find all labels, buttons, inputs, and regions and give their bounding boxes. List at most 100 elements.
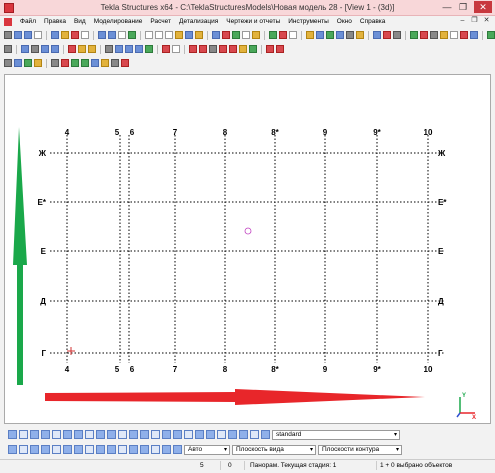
switch-button-icon[interactable] [41, 430, 50, 439]
toolbar-button-icon[interactable] [98, 31, 106, 39]
toolbar-button-icon[interactable] [4, 59, 12, 67]
switch-button-icon[interactable] [85, 445, 94, 454]
switch-button-icon[interactable] [228, 430, 237, 439]
toolbar-button-icon[interactable] [239, 45, 247, 53]
switch-button-icon[interactable] [261, 430, 270, 439]
toolbar-button-icon[interactable] [356, 31, 364, 39]
switch-button-icon[interactable] [184, 430, 193, 439]
switch-button-icon[interactable] [8, 445, 17, 454]
view-canvas[interactable]: 4 5 6 7 8 8* 9 9* 10 4 5 6 7 8 8* 9 9* 10 Ж Ж Е* Е* Е Е Д Д Г Г Y X [5, 75, 490, 423]
toolbar-button-icon[interactable] [383, 31, 391, 39]
switch-button-icon[interactable] [118, 445, 127, 454]
toolbar-button-icon[interactable] [105, 45, 113, 53]
toolbar-button-icon[interactable] [81, 59, 89, 67]
toolbar-button-icon[interactable] [118, 31, 126, 39]
switch-button-icon[interactable] [107, 430, 116, 439]
switch-button-icon[interactable] [52, 430, 61, 439]
toolbar-button-icon[interactable] [279, 31, 287, 39]
switch-button-icon[interactable] [41, 445, 50, 454]
switch-button-icon[interactable] [162, 430, 171, 439]
switch-button-icon[interactable] [118, 430, 127, 439]
switch-button-icon[interactable] [151, 445, 160, 454]
toolbar-button-icon[interactable] [346, 31, 354, 39]
menu-item-4[interactable]: Расчет [150, 18, 171, 25]
switch-button-icon[interactable] [19, 445, 28, 454]
toolbar-button-icon[interactable] [121, 59, 129, 67]
menu-item-9[interactable]: Справка [360, 18, 386, 25]
switch-button-icon[interactable] [107, 445, 116, 454]
switch-button-icon[interactable] [250, 430, 259, 439]
toolbar-button-icon[interactable] [88, 45, 96, 53]
toolbar-button-icon[interactable] [232, 31, 240, 39]
toolbar-button-icon[interactable] [175, 31, 183, 39]
menu-item-6[interactable]: Чертежи и отчеты [226, 18, 280, 25]
toolbar-button-icon[interactable] [393, 31, 401, 39]
toolbar-button-icon[interactable] [145, 31, 153, 39]
menu-item-3[interactable]: Моделирование [94, 18, 143, 25]
toolbar-button-icon[interactable] [145, 45, 153, 53]
switch-button-icon[interactable] [140, 430, 149, 439]
toolbar-button-icon[interactable] [306, 31, 314, 39]
toolbar-button-icon[interactable] [61, 31, 69, 39]
switch-button-icon[interactable] [63, 445, 72, 454]
toolbar-button-icon[interactable] [51, 31, 59, 39]
toolbar-button-icon[interactable] [470, 31, 478, 39]
toolbar-button-icon[interactable] [91, 59, 99, 67]
toolbar-button-icon[interactable] [4, 31, 12, 39]
toolbar-button-icon[interactable] [242, 31, 250, 39]
mdi-close-button[interactable]: ✕ [482, 16, 491, 26]
toolbar-button-icon[interactable] [189, 45, 197, 53]
toolbar-button-icon[interactable] [71, 31, 79, 39]
toolbar-button-icon[interactable] [135, 45, 143, 53]
menu-item-7[interactable]: Инструменты [288, 18, 329, 25]
toolbar-button-icon[interactable] [172, 45, 180, 53]
selection-filter-dropdown[interactable]: standard ▾ [272, 429, 400, 440]
toolbar-button-icon[interactable] [199, 45, 207, 53]
switch-button-icon[interactable] [217, 430, 226, 439]
switch-button-icon[interactable] [129, 445, 138, 454]
toolbar-button-icon[interactable] [162, 45, 170, 53]
switch-button-icon[interactable] [173, 430, 182, 439]
toolbar-button-icon[interactable] [21, 45, 29, 53]
toolbar-button-icon[interactable] [420, 31, 428, 39]
toolbar-button-icon[interactable] [326, 31, 334, 39]
toolbar-button-icon[interactable] [373, 31, 381, 39]
toolbar-button-icon[interactable] [269, 31, 277, 39]
switch-button-icon[interactable] [173, 445, 182, 454]
menu-item-0[interactable]: Файл [20, 18, 36, 25]
toolbar-button-icon[interactable] [185, 31, 193, 39]
switch-button-icon[interactable] [8, 430, 17, 439]
close-button[interactable]: ✕ [474, 1, 492, 13]
toolbar-button-icon[interactable] [155, 31, 163, 39]
toolbar-button-icon[interactable] [289, 31, 297, 39]
toolbar-button-icon[interactable] [101, 59, 109, 67]
toolbar-button-icon[interactable] [34, 31, 42, 39]
switch-button-icon[interactable] [195, 430, 204, 439]
toolbar-button-icon[interactable] [24, 31, 32, 39]
mdi-minimize-button[interactable]: – [458, 16, 467, 26]
toolbar-button-icon[interactable] [249, 45, 257, 53]
toolbar-button-icon[interactable] [276, 45, 284, 53]
switch-button-icon[interactable] [96, 445, 105, 454]
toolbar-button-icon[interactable] [68, 45, 76, 53]
switch-button-icon[interactable] [96, 430, 105, 439]
toolbar-button-icon[interactable] [61, 59, 69, 67]
toolbar-button-icon[interactable] [430, 31, 438, 39]
toolbar-button-icon[interactable] [266, 45, 274, 53]
toolbar-button-icon[interactable] [450, 31, 458, 39]
toolbar-button-icon[interactable] [219, 45, 227, 53]
toolbar-button-icon[interactable] [440, 31, 448, 39]
toolbar-button-icon[interactable] [41, 45, 49, 53]
contour-plane-dropdown[interactable]: Плоскости контура ▾ [318, 444, 402, 455]
switch-button-icon[interactable] [85, 430, 94, 439]
toolbar-button-icon[interactable] [212, 31, 220, 39]
menu-item-8[interactable]: Окно [337, 18, 352, 25]
toolbar-button-icon[interactable] [108, 31, 116, 39]
menu-item-2[interactable]: Вид [74, 18, 86, 25]
toolbar-button-icon[interactable] [111, 59, 119, 67]
switch-button-icon[interactable] [239, 430, 248, 439]
toolbar-button-icon[interactable] [24, 59, 32, 67]
switch-button-icon[interactable] [206, 430, 215, 439]
view-plane-dropdown[interactable]: Плоскость вида ▾ [232, 444, 316, 455]
switch-button-icon[interactable] [74, 430, 83, 439]
